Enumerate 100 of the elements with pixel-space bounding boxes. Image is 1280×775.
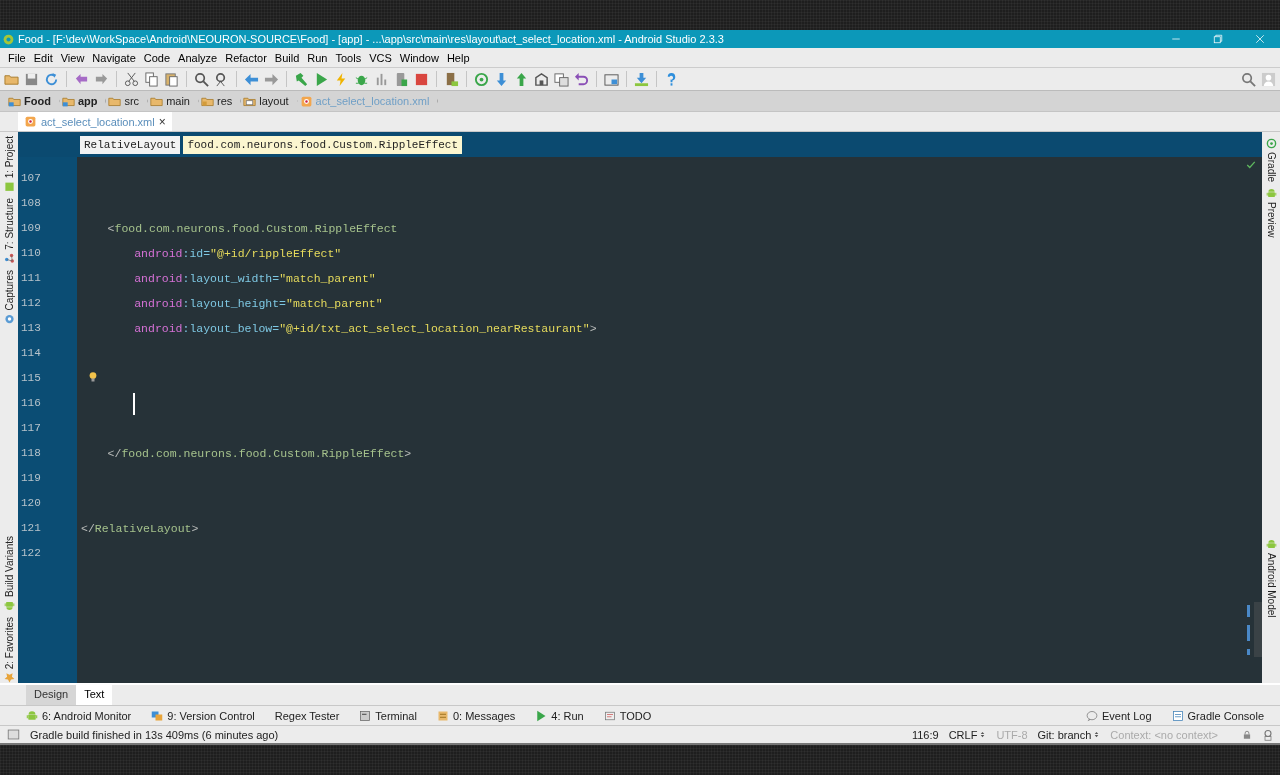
paste-icon[interactable] bbox=[164, 71, 179, 87]
revert-icon[interactable] bbox=[574, 71, 589, 87]
breadcrumb[interactable]: main bbox=[148, 90, 199, 112]
menu-item[interactable]: Navigate bbox=[88, 51, 140, 64]
line-number: 119 bbox=[21, 472, 41, 484]
view-tab[interactable]: Text bbox=[76, 685, 113, 705]
line-number: 107 bbox=[21, 172, 41, 184]
vcs-commit-icon[interactable] bbox=[514, 71, 529, 87]
line-number: 121 bbox=[21, 522, 41, 534]
console-icon bbox=[1171, 709, 1184, 722]
list-icon bbox=[603, 709, 616, 722]
sync-icon[interactable] bbox=[44, 71, 59, 87]
close-icon[interactable] bbox=[1254, 33, 1266, 45]
breadcrumb[interactable]: app bbox=[59, 90, 107, 112]
lock-icon[interactable] bbox=[1242, 729, 1252, 740]
tool-window-button[interactable]: Regex Tester bbox=[274, 709, 340, 722]
vcs-update-icon[interactable] bbox=[494, 71, 509, 87]
tool-window-button[interactable]: 4: Run bbox=[535, 709, 584, 722]
code-line: android:layout_height="match_parent" bbox=[134, 297, 383, 310]
menu-item[interactable]: Help bbox=[442, 51, 474, 64]
up-down-arrows-icon[interactable] bbox=[1093, 730, 1101, 739]
breadcrumb[interactable]: res bbox=[198, 90, 242, 112]
messages-icon bbox=[436, 709, 449, 722]
redo-icon[interactable] bbox=[94, 71, 109, 87]
tool-window-button[interactable]: 6: Android Monitor bbox=[26, 709, 132, 722]
tag-path-item[interactable]: RelativeLayout bbox=[80, 135, 181, 154]
search-icon[interactable] bbox=[1241, 71, 1256, 87]
run-icon[interactable] bbox=[314, 71, 329, 87]
checkmark-icon bbox=[1246, 160, 1256, 170]
menu-item[interactable]: Analyze bbox=[174, 51, 222, 64]
tool-window-button[interactable]: TODO bbox=[603, 709, 652, 722]
android-icon bbox=[26, 709, 38, 722]
bars-icon[interactable] bbox=[374, 71, 389, 87]
undo-icon[interactable] bbox=[74, 71, 89, 87]
tool-window-button[interactable]: Preview bbox=[1265, 188, 1277, 238]
status-message: Gradle build finished in 13s 409ms (6 minutes ago) bbox=[30, 728, 279, 741]
menu-item[interactable]: File bbox=[4, 51, 30, 64]
line-number: 112 bbox=[21, 297, 41, 309]
back-icon[interactable] bbox=[244, 71, 259, 87]
compare-icon[interactable] bbox=[554, 71, 569, 87]
view-tab[interactable]: Design bbox=[26, 685, 77, 705]
code-line: android:id="@+id/rippleEffect" bbox=[134, 247, 342, 260]
save-icon[interactable] bbox=[24, 71, 39, 87]
forward-icon[interactable] bbox=[264, 71, 279, 87]
line-number: 120 bbox=[21, 497, 41, 509]
lightbulb-icon[interactable] bbox=[87, 371, 99, 383]
terminal-icon bbox=[359, 709, 372, 722]
menu-item[interactable]: Refactor bbox=[221, 51, 271, 64]
tool-window-button[interactable]: Build Variants bbox=[3, 535, 15, 611]
caret-position[interactable]: 116:9 bbox=[911, 728, 939, 741]
code-line: android:layout_width="match_parent" bbox=[134, 272, 376, 285]
tool-window-button[interactable]: 2: Favorites bbox=[3, 616, 15, 683]
line-number: 113 bbox=[21, 322, 41, 334]
menu-item[interactable]: Build bbox=[270, 51, 304, 64]
breadcrumb[interactable]: src bbox=[106, 90, 149, 112]
tool-window-button[interactable]: 1: Project bbox=[3, 136, 15, 193]
tool-window-button[interactable]: 0: Messages bbox=[436, 709, 516, 722]
tool-window-button[interactable]: Gradle bbox=[1265, 138, 1277, 182]
hammer-icon[interactable] bbox=[294, 71, 309, 87]
download-icon[interactable] bbox=[634, 71, 649, 87]
tool-window-button[interactable]: 7: Structure bbox=[3, 198, 15, 264]
tool-window-button[interactable]: Terminal bbox=[359, 709, 417, 722]
line-separator[interactable]: CRLF bbox=[948, 728, 978, 741]
breadcrumb[interactable]: Food bbox=[6, 90, 60, 112]
panel-toggle-icon[interactable] bbox=[7, 728, 20, 741]
tool-window-button[interactable]: Captures bbox=[3, 269, 15, 325]
close-tab-icon[interactable]: × bbox=[158, 114, 166, 129]
menu-item[interactable]: Code bbox=[139, 51, 175, 64]
menu-item[interactable]: Run bbox=[303, 51, 332, 64]
tag-path-item[interactable]: food.com.neurons.food.Custom.RippleEffect bbox=[183, 135, 463, 154]
scrollbar[interactable] bbox=[1254, 602, 1262, 657]
restore-icon[interactable] bbox=[1212, 33, 1224, 45]
search-icon[interactable] bbox=[194, 71, 209, 87]
line-number: 111 bbox=[21, 272, 41, 284]
tool-window-button[interactable]: 9: Version Control bbox=[151, 709, 255, 722]
copy-icon[interactable] bbox=[144, 71, 159, 87]
tool-window-button[interactable]: Android Model bbox=[1265, 538, 1277, 617]
layout-file-icon bbox=[24, 115, 37, 128]
gradle-sync-icon[interactable] bbox=[474, 71, 489, 87]
line-number: 117 bbox=[21, 422, 41, 434]
git-branch[interactable]: Git: branch bbox=[1037, 728, 1092, 741]
code-line: <food.com.neurons.food.Custom.RippleEffect bbox=[107, 222, 398, 235]
menu-item[interactable]: Window bbox=[395, 51, 443, 64]
menu-item[interactable]: View bbox=[56, 51, 89, 64]
editor-tab[interactable]: act_select_location.xml × bbox=[18, 112, 172, 131]
breadcrumb[interactable]: layout bbox=[241, 90, 298, 112]
tool-window-button[interactable]: Event Log bbox=[1086, 709, 1152, 722]
line-number: 118 bbox=[21, 447, 41, 459]
tool-window-button[interactable]: Gradle Console bbox=[1171, 709, 1264, 722]
user-icon[interactable] bbox=[1261, 71, 1276, 87]
menu-item[interactable]: Tools bbox=[331, 51, 366, 64]
line-number: 122 bbox=[21, 547, 41, 559]
cut-icon[interactable] bbox=[124, 71, 139, 87]
menu-item[interactable]: Edit bbox=[29, 51, 57, 64]
menu-item[interactable]: VCS bbox=[365, 51, 396, 64]
stop-icon[interactable] bbox=[414, 71, 429, 87]
up-down-arrows-icon[interactable] bbox=[979, 730, 987, 739]
speech-bubble-icon bbox=[1086, 709, 1098, 722]
project-structure-icon[interactable] bbox=[604, 71, 619, 87]
code-line: </RelativeLayout> bbox=[81, 522, 199, 535]
